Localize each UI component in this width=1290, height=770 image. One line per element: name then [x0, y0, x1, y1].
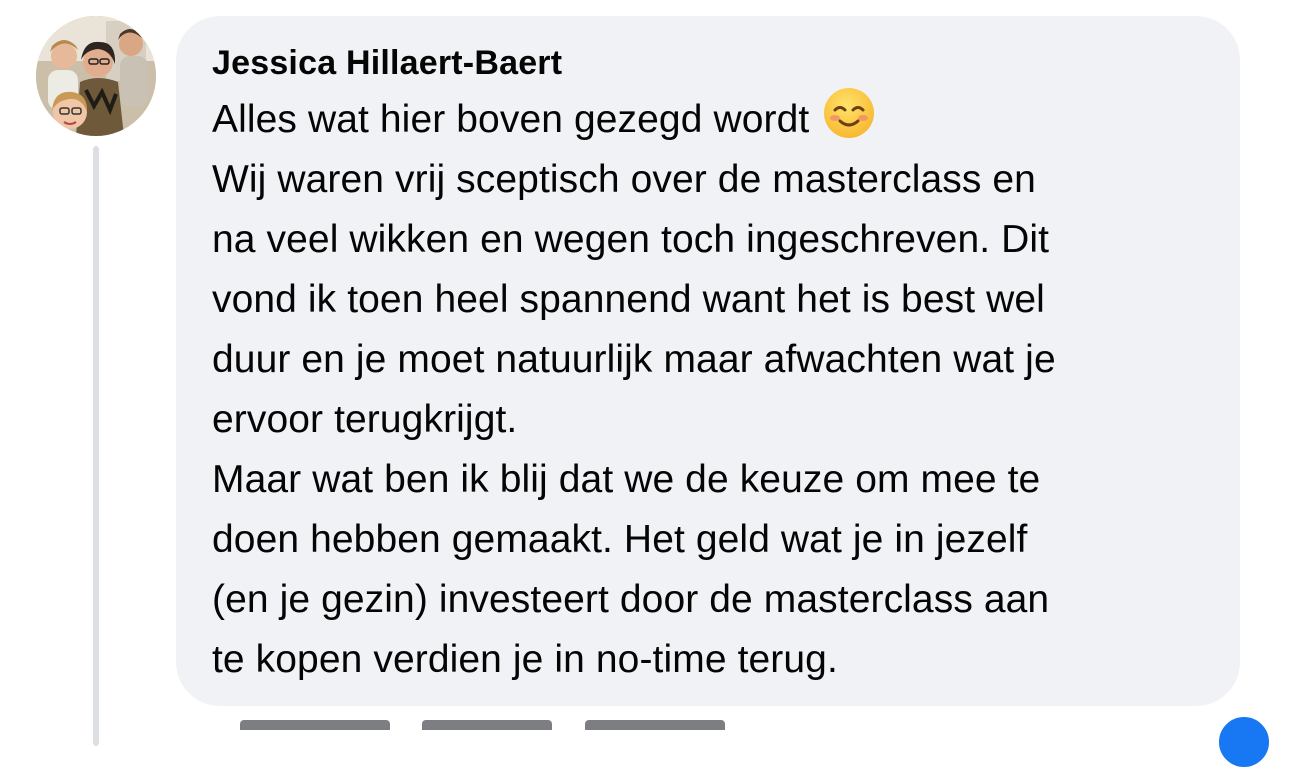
comment-line: Wij waren vrij sceptisch over de masterc… — [212, 158, 1036, 201]
comment-actions-cut-off — [240, 710, 753, 730]
action-fragment — [584, 720, 725, 730]
comment-author-name[interactable]: Jessica Hillaert-Baert — [212, 43, 1210, 83]
comment-line: doen hebben gemaakt. Het geld wat je in … — [212, 518, 1028, 561]
comment-bubble: Jessica Hillaert-Baert Alles wat hier bo… — [176, 16, 1240, 706]
thread-connector-line — [93, 146, 99, 746]
comment-line: vond ik toen heel spannend want het is b… — [212, 278, 1045, 321]
profile-photo-icon — [36, 16, 156, 136]
comment-line: te kopen verdien je in no-time terug. — [212, 638, 838, 681]
comment-line: duur en je moet natuurlijk maar afwachte… — [212, 338, 1056, 381]
comment-line: Maar wat ben ik blij dat we de keuze om … — [212, 458, 1041, 501]
smiling-face-emoji-icon — [824, 88, 875, 138]
comment-line: ervoor terugkrijgt. — [212, 398, 518, 441]
comment-line: na veel wikken en wegen toch ingeschreve… — [212, 218, 1050, 261]
action-fragment — [240, 720, 390, 730]
like-icon[interactable] — [1216, 714, 1272, 770]
comment-line: (en je gezin) investeert door de masterc… — [212, 578, 1050, 621]
action-fragment — [422, 720, 553, 730]
comment-text-segment: Alles wat hier boven gezegd wordt — [212, 98, 810, 141]
comment-line: Alles wat hier boven gezegd wordt — [212, 87, 1210, 150]
author-avatar[interactable] — [36, 16, 156, 136]
